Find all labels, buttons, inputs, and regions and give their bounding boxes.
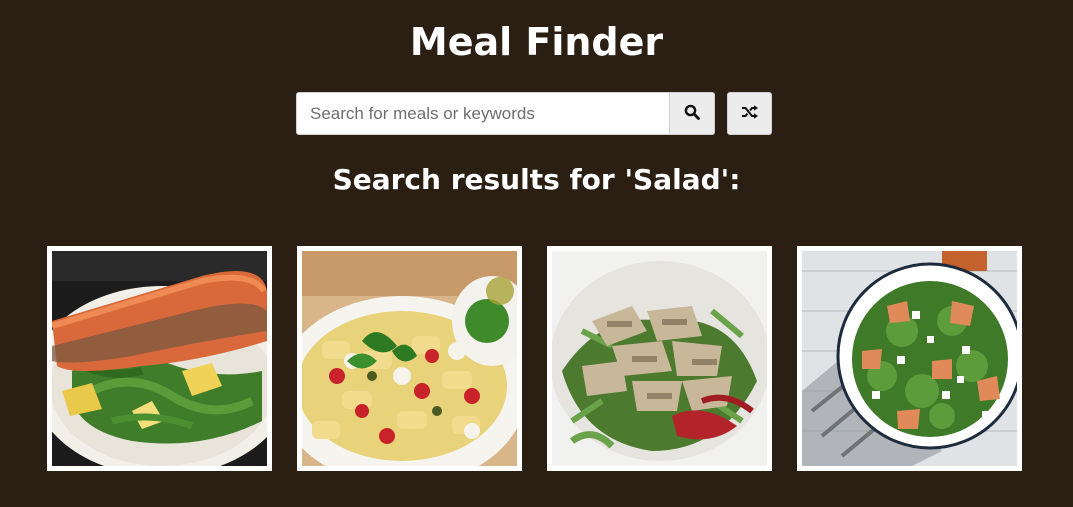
- search-input[interactable]: [296, 92, 670, 135]
- meal-image-chicken-salad: [552, 251, 767, 466]
- meal-image-pasta-salad: [302, 251, 517, 466]
- app-container: Meal Finder Search results for 'Salad':: [0, 0, 1073, 507]
- random-meal-button[interactable]: [727, 92, 772, 135]
- search-icon: [684, 104, 700, 123]
- meal-card[interactable]: [47, 246, 272, 471]
- meal-card[interactable]: [797, 246, 1022, 471]
- search-button[interactable]: [670, 92, 715, 135]
- meal-card[interactable]: [547, 246, 772, 471]
- search-form: [296, 92, 715, 135]
- meals-grid: [47, 246, 1022, 471]
- shuffle-icon: [741, 104, 759, 123]
- meal-image-salmon-salad: [52, 251, 267, 466]
- results-heading: Search results for 'Salad':: [332, 163, 741, 196]
- meal-card[interactable]: [297, 246, 522, 471]
- page-title: Meal Finder: [409, 20, 664, 64]
- meal-image-rocket-peach-salad: [802, 251, 1017, 466]
